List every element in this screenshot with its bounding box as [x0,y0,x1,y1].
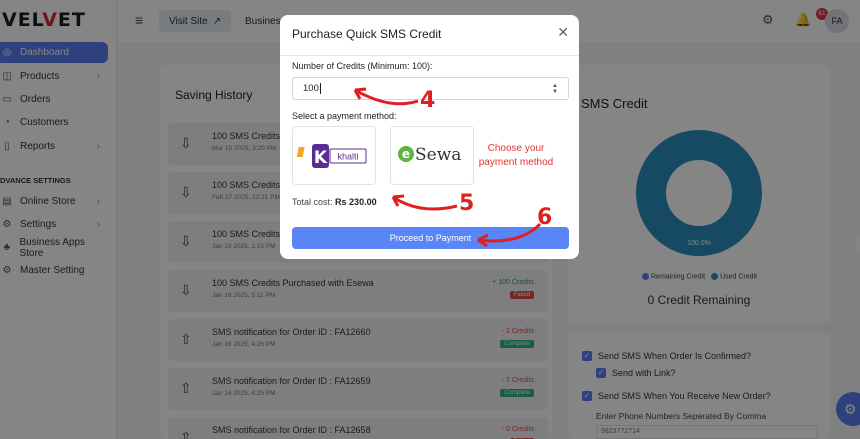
esewa-e-letter: e [402,147,410,161]
khalti-payment-option[interactable]: K khalti [292,126,376,185]
modal-divider [280,55,579,56]
proceed-to-payment-button[interactable]: Proceed to Payment [292,227,569,249]
credits-label: Number of Credits (Minimum: 100): [292,61,433,71]
payment-method-label: Select a payment method: [292,111,397,121]
annotation-number-4: 4 [420,88,436,113]
annotation-number-5: 5 [459,191,475,216]
payment-annotation-note: Choose your payment method [478,143,554,168]
esewa-payment-option[interactable]: e Sewa [390,126,474,185]
text-cursor [319,83,321,94]
annotation-number-6: 6 [537,205,553,230]
close-icon[interactable]: ✕ [557,24,569,41]
esewa-label: Sewa [415,145,461,165]
khalti-label: khalti [337,152,358,162]
modal-title: Purchase Quick SMS Credit [292,27,442,41]
total-cost: Total cost: Rs 230.00 [292,197,377,207]
khalti-k-letter: K [314,148,328,168]
purchase-sms-modal: Purchase Quick SMS Credit ✕ Number of Cr… [280,15,579,259]
number-spinner-icon[interactable]: ▲ ▼ [552,83,558,95]
